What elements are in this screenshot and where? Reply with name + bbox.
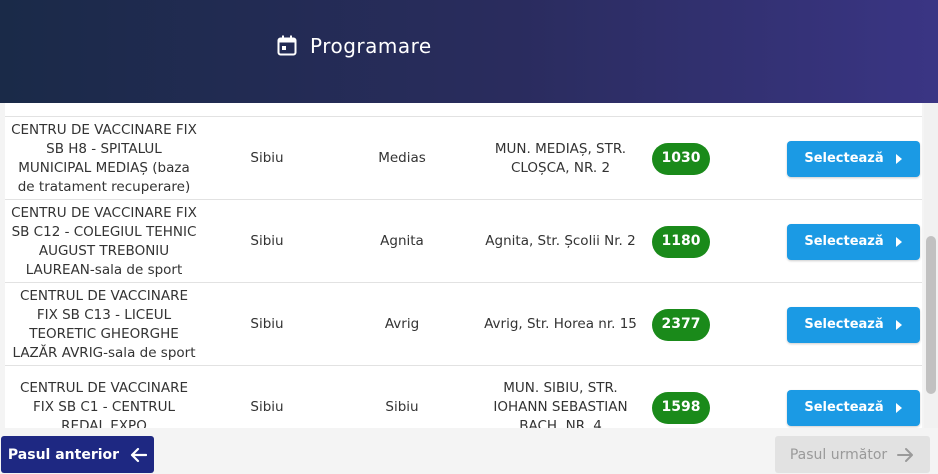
center-name: CENTRU DE VACCINARE FIX SB C12 - COLEGIU…	[11, 204, 197, 278]
available-slots-badge: 2377	[652, 308, 710, 341]
chevron-right-icon	[895, 153, 902, 164]
center-address: MUN. SIBIU, STR. IOHANN SEBASTIAN BACH, …	[493, 380, 628, 428]
center-county: Sibiu	[250, 316, 284, 332]
arrow-right-icon	[897, 447, 915, 463]
select-button-label: Selectează	[804, 400, 884, 415]
center-address: Agnita, Str. Școlii Nr. 2	[485, 233, 636, 249]
center-city: Sibiu	[385, 399, 419, 415]
table-row: CENTRUL DE VACCINARE FIX SB C13 - LICEUL…	[5, 282, 922, 365]
next-step-button[interactable]: Pasul următor	[775, 436, 930, 473]
select-button-label: Selectează	[804, 234, 884, 249]
vaccination-centers-table[interactable]: CENTRU DE VACCINARE FIX SB H8 - SPITALUL…	[5, 103, 922, 428]
select-button[interactable]: Selectează	[786, 306, 920, 343]
previous-step-button[interactable]: Pasul anterior	[1, 436, 154, 473]
header-title: Programare	[277, 33, 432, 59]
center-address: MUN. MEDIAȘ, STR. CLOȘCA, NR. 2	[494, 140, 627, 176]
center-city: Agnita	[380, 233, 424, 249]
table-row: CENTRUL DE VACCINARE FIX SB C1 - CENTRUL…	[5, 365, 922, 428]
center-county: Sibiu	[250, 150, 284, 166]
select-button[interactable]: Selectează	[786, 223, 920, 260]
previous-step-label: Pasul anterior	[7, 446, 120, 463]
center-city: Avrig	[384, 316, 420, 332]
center-city: Medias	[378, 150, 426, 166]
select-button[interactable]: Selectează	[786, 389, 920, 426]
table-row: CENTRU DE VACCINARE FIX SB H8 - SPITALUL…	[5, 116, 922, 199]
center-county: Sibiu	[250, 399, 284, 415]
select-button-label: Selectează	[804, 151, 884, 166]
page-header: Programare	[0, 0, 938, 103]
available-slots-badge: 1180	[652, 225, 710, 258]
center-name: CENTRUL DE VACCINARE FIX SB C13 - LICEUL…	[12, 287, 196, 361]
available-slots-badge: 1598	[652, 391, 710, 424]
chevron-right-icon	[895, 236, 902, 247]
select-button[interactable]: Selectează	[786, 140, 920, 177]
scrollbar-thumb[interactable]	[926, 236, 936, 394]
chevron-right-icon	[895, 402, 902, 413]
chevron-right-icon	[895, 319, 902, 330]
available-slots-badge: 1030	[652, 142, 710, 175]
select-button-label: Selectează	[804, 317, 884, 332]
next-step-label: Pasul următor	[789, 446, 888, 463]
table-row: CENTRU DE VACCINARE FIX SB C12 - COLEGIU…	[5, 199, 922, 282]
calendar-icon	[277, 35, 299, 57]
arrow-left-icon	[129, 447, 148, 463]
center-name: CENTRUL DE VACCINARE FIX SB C1 - CENTRUL…	[19, 380, 189, 428]
center-name: CENTRU DE VACCINARE FIX SB H8 - SPITALUL…	[11, 121, 197, 195]
page-title: Programare	[310, 34, 432, 58]
center-county: Sibiu	[250, 233, 284, 249]
center-address: Avrig, Str. Horea nr. 15	[484, 316, 637, 332]
